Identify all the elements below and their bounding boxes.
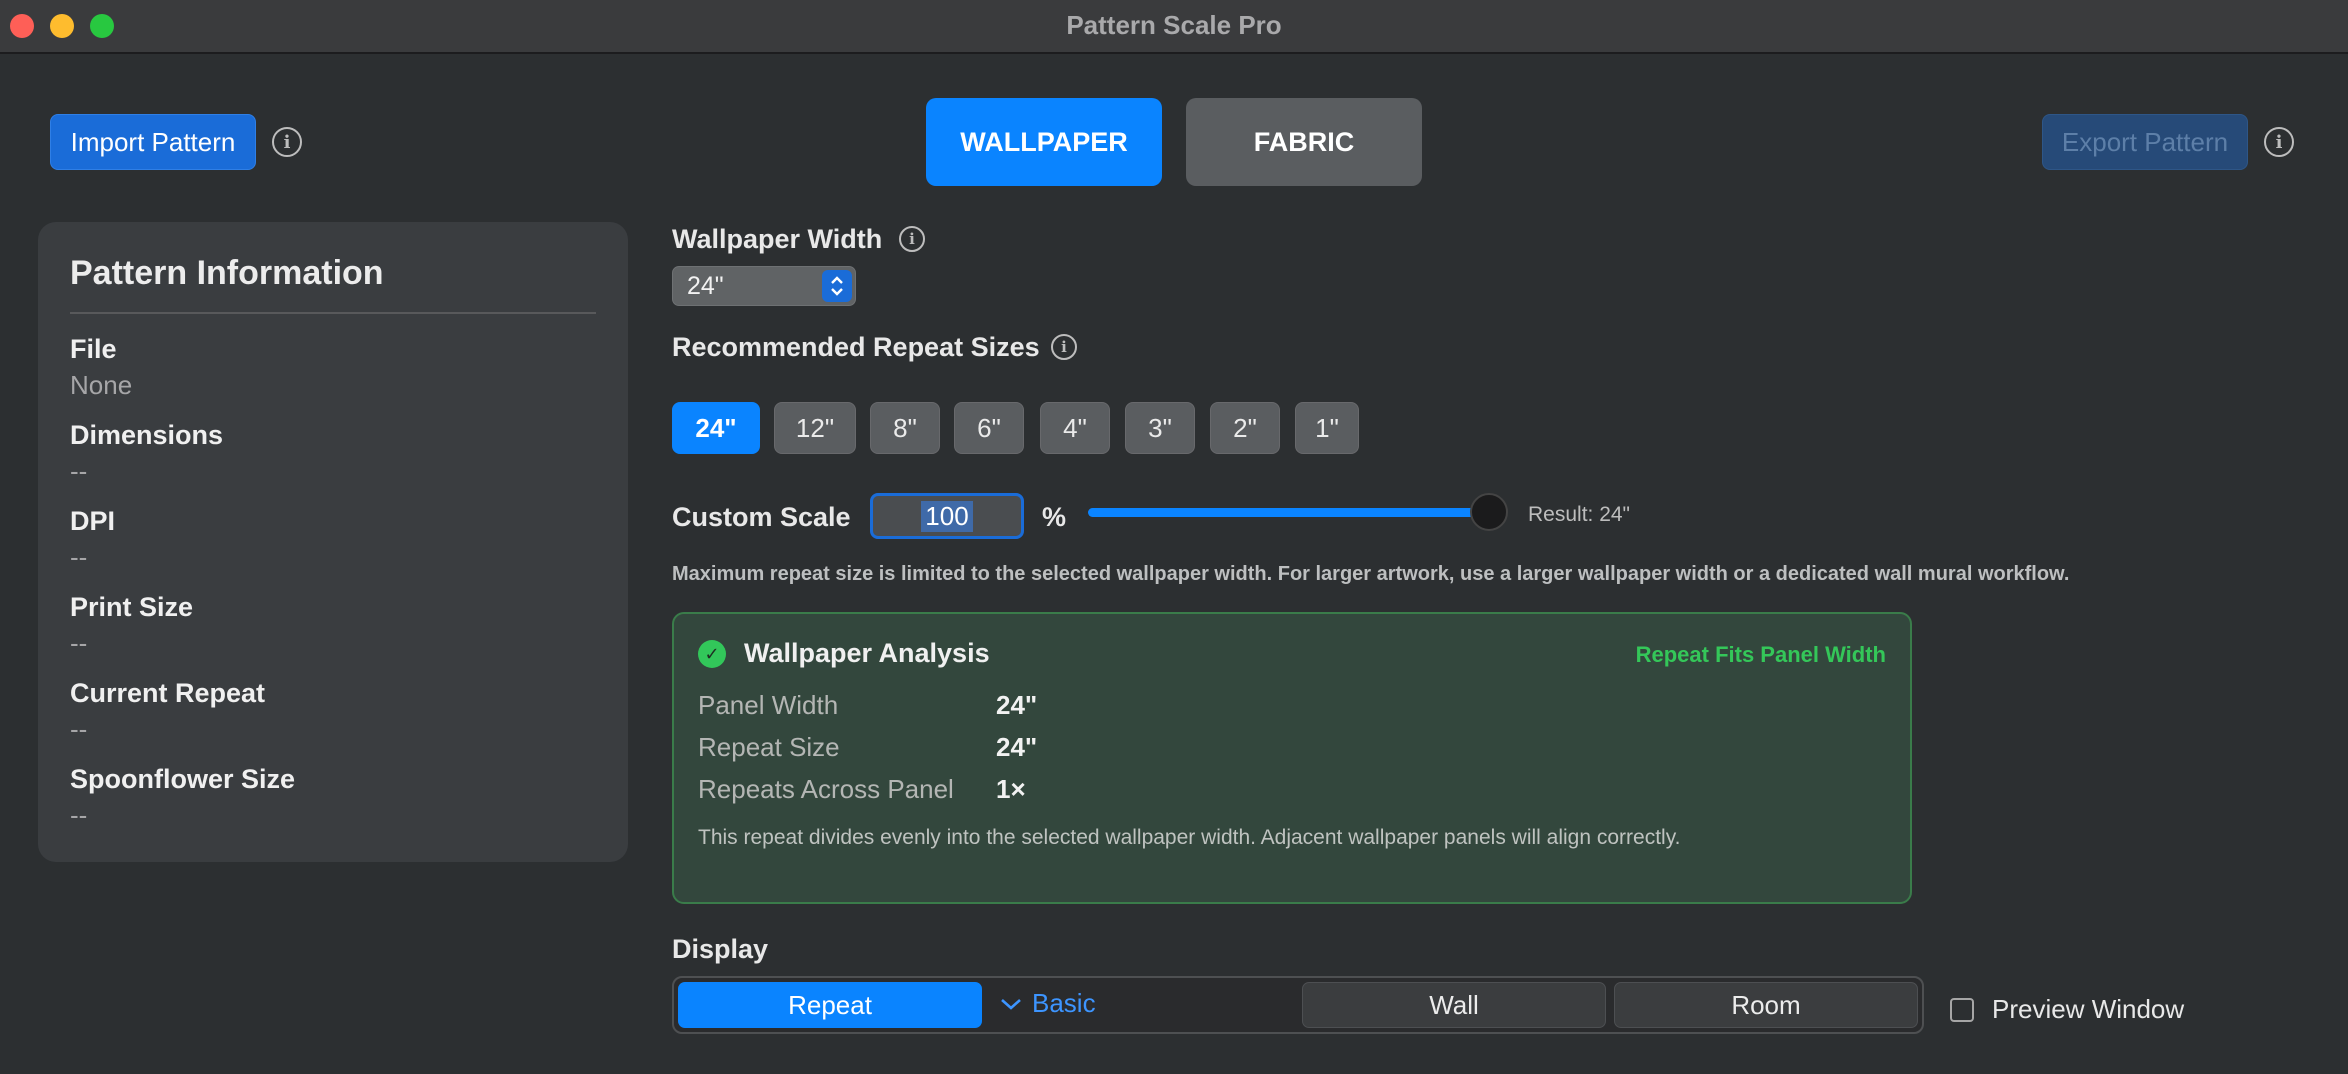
analysis-note: This repeat divides evenly into the sele… — [698, 826, 1681, 849]
app-window: Pattern Scale Pro Import Pattern i WALLP… — [0, 0, 2348, 1074]
dimensions-value: -- — [70, 456, 88, 486]
max-repeat-note: Maximum repeat size is limited to the se… — [672, 563, 2070, 585]
current-repeat-value: -- — [70, 714, 88, 744]
custom-scale-label: Custom Scale — [672, 502, 851, 532]
basic-dropdown[interactable]: Basic — [1000, 988, 1096, 1019]
wallpaper-analysis-panel: ✓ Wallpaper Analysis Repeat Fits Panel W… — [672, 612, 1912, 904]
wallpaper-width-value: 24" — [687, 272, 724, 300]
pattern-info-panel: Pattern Information File None Dimensions… — [38, 222, 628, 862]
current-repeat-label: Current Repeat — [70, 678, 266, 708]
repeat-sizes-label: Recommended Repeat Sizes — [672, 332, 1040, 362]
preview-window-label: Preview Window — [1992, 994, 2185, 1024]
repeat-size-6[interactable]: 6" — [954, 402, 1024, 454]
scale-slider-track[interactable] — [1088, 508, 1490, 517]
panel-title: Pattern Information — [70, 254, 384, 292]
repeat-size-label: Repeat Size — [698, 732, 840, 762]
dpi-label: DPI — [70, 506, 116, 536]
basic-label: Basic — [1032, 988, 1096, 1018]
scale-result: Result: 24" — [1528, 503, 1631, 526]
custom-scale-input[interactable]: 100 — [870, 493, 1024, 539]
preview-window-checkbox[interactable] — [1950, 998, 1974, 1022]
repeats-across-value: 1× — [996, 774, 1026, 804]
wallpaper-width-info-icon[interactable]: i — [899, 226, 925, 252]
tab-wallpaper[interactable]: WALLPAPER — [926, 98, 1162, 186]
repeat-size-2[interactable]: 2" — [1210, 402, 1280, 454]
spoonflower-size-value: -- — [70, 800, 88, 830]
display-room-button[interactable]: Room — [1614, 982, 1918, 1028]
file-label: File — [70, 334, 117, 364]
display-wall-button[interactable]: Wall — [1302, 982, 1606, 1028]
export-pattern-button[interactable]: Export Pattern — [2042, 114, 2248, 170]
repeats-across-label: Repeats Across Panel — [698, 774, 954, 804]
repeat-size-3[interactable]: 3" — [1125, 402, 1195, 454]
print-size-value: -- — [70, 628, 88, 658]
display-repeat-button[interactable]: Repeat — [678, 982, 982, 1028]
tab-fabric[interactable]: FABRIC — [1186, 98, 1422, 186]
file-value: None — [70, 370, 133, 400]
scale-slider-knob[interactable] — [1470, 493, 1508, 531]
panel-width-value: 24" — [996, 690, 1038, 720]
repeat-size-1[interactable]: 1" — [1295, 402, 1359, 454]
wallpaper-width-label: Wallpaper Width — [672, 224, 883, 254]
chevron-down-icon — [1001, 998, 1021, 1010]
dimensions-label: Dimensions — [70, 420, 224, 450]
checkmark-circle-icon: ✓ — [698, 640, 726, 668]
analysis-status: Repeat Fits Panel Width — [1635, 642, 1886, 667]
title-bar: Pattern Scale Pro — [0, 0, 2348, 54]
import-info-icon[interactable]: i — [272, 127, 302, 157]
custom-scale-value: 100 — [921, 500, 973, 532]
panel-width-label: Panel Width — [698, 690, 839, 720]
repeat-size-8[interactable]: 8" — [870, 402, 940, 454]
window-title: Pattern Scale Pro — [1066, 10, 1282, 40]
import-pattern-button[interactable]: Import Pattern — [50, 114, 256, 170]
display-label: Display — [672, 934, 769, 964]
print-size-label: Print Size — [70, 592, 194, 622]
spoonflower-size-label: Spoonflower Size — [70, 764, 296, 794]
display-mode-segmented: Repeat Basic Wall Room — [672, 976, 1924, 1034]
panel-divider — [70, 312, 596, 314]
repeat-size-4[interactable]: 4" — [1040, 402, 1110, 454]
repeat-size-24[interactable]: 24" — [672, 402, 760, 454]
repeat-sizes-info-icon[interactable]: i — [1051, 334, 1077, 360]
scale-unit: % — [1042, 502, 1067, 532]
analysis-title: Wallpaper Analysis — [744, 638, 990, 668]
wallpaper-width-select[interactable]: 24" — [672, 266, 856, 306]
repeat-size-12[interactable]: 12" — [774, 402, 856, 454]
export-info-icon[interactable]: i — [2264, 127, 2294, 157]
repeat-size-value: 24" — [996, 732, 1038, 762]
dpi-value: -- — [70, 542, 88, 572]
chevron-updown-icon — [822, 270, 852, 302]
